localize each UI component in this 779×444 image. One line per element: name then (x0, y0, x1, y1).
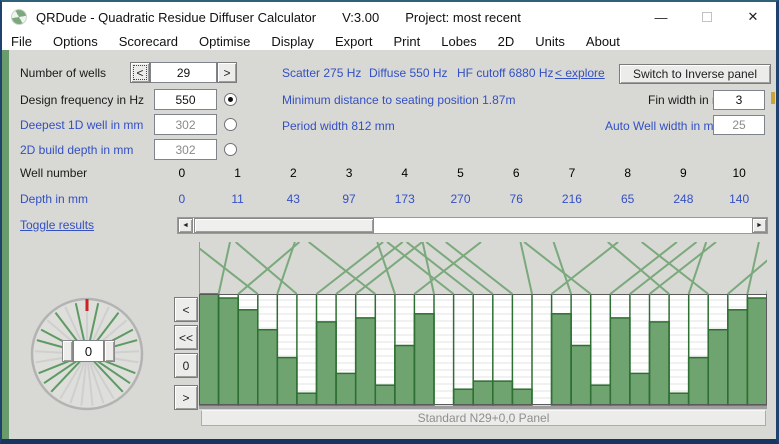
maximize-icon (702, 12, 712, 22)
well-number-cell: 1 (210, 166, 266, 181)
fin-width-marker (771, 92, 775, 104)
number-of-wells-label: Number of wells (20, 66, 106, 80)
title-bar: QRDude - Quadratic Residue Diffuser Calc… (2, 2, 776, 32)
window-title: QRDude - Quadratic Residue Diffuser Calc… (36, 10, 547, 25)
well-number-row: 0 1 2 3 4 5 6 7 8 9 10 (154, 166, 767, 181)
well-number-cell: 8 (600, 166, 656, 181)
panel-nav-back-button[interactable]: < (174, 297, 198, 322)
minimize-icon: — (655, 10, 668, 25)
app-version: V:3.00 (342, 10, 379, 25)
project-name: Project: most recent (405, 10, 521, 25)
menu-print[interactable]: Print (394, 34, 421, 49)
auto-well-width-input (713, 115, 765, 135)
spin-right-icon: > (223, 66, 230, 80)
well-number-cell: 3 (321, 166, 377, 181)
design-frequency-input[interactable] (154, 89, 217, 110)
app-window: QRDude - Quadratic Residue Diffuser Calc… (0, 0, 779, 444)
hf-cutoff-info: HF cutoff 6880 Hz (457, 66, 554, 80)
menu-2d[interactable]: 2D (498, 34, 515, 49)
menu-display[interactable]: Display (271, 34, 314, 49)
depth-cell: 11 (210, 192, 266, 207)
deepest-1d-radio[interactable] (224, 118, 237, 131)
dial-spinner: 0 (62, 340, 115, 362)
wells-spin-up-button[interactable]: > (217, 62, 237, 83)
diffuser-panel-visualization (199, 242, 767, 413)
scatter-info: Scatter 275 Hz (282, 66, 361, 80)
well-number-cell: 0 (154, 166, 210, 181)
panel-nav-forward-button[interactable]: > (174, 385, 198, 410)
menu-file[interactable]: File (11, 34, 32, 49)
depth-cell: 65 (600, 192, 656, 207)
well-number-cell: 6 (488, 166, 544, 181)
design-frequency-label: Design frequency in Hz (20, 93, 144, 107)
panel-nav-zero-button[interactable]: 0 (174, 353, 198, 378)
well-number-cell: 9 (656, 166, 712, 181)
app-icon (11, 9, 27, 25)
depth-label: Depth in mm (20, 192, 88, 206)
close-button[interactable]: ✕ (730, 2, 776, 32)
wells-scrollbar[interactable]: ◄ ► (177, 217, 768, 234)
client-area: Number of wells < > Design frequency in … (2, 50, 776, 439)
period-width-info: Period width 812 mm (282, 119, 395, 133)
scroll-right-button[interactable]: ► (752, 218, 767, 233)
left-accent-strip (2, 50, 9, 439)
toggle-results-link[interactable]: Toggle results (20, 218, 94, 232)
number-of-wells-input[interactable] (150, 62, 217, 83)
close-icon: ✕ (748, 9, 759, 25)
menu-about[interactable]: About (586, 34, 620, 49)
diffuse-info: Diffuse 550 Hz (369, 66, 448, 80)
build-depth-2d-input (154, 139, 217, 160)
depth-cell: 97 (321, 192, 377, 207)
design-frequency-radio[interactable] (224, 93, 237, 106)
menu-options[interactable]: Options (53, 34, 98, 49)
menu-units[interactable]: Units (535, 34, 565, 49)
well-number-cell: 7 (544, 166, 600, 181)
minimize-button[interactable]: — (638, 2, 684, 32)
fin-width-input[interactable] (713, 90, 765, 110)
spin-left-icon: < (136, 66, 143, 80)
panel-caption: Standard N29+0,0 Panel (201, 410, 766, 426)
depth-cell: 248 (656, 192, 712, 207)
depth-cell: 43 (265, 192, 321, 207)
well-number-cell: 10 (711, 166, 767, 181)
min-distance-info: Minimum distance to seating position 1.8… (282, 93, 515, 107)
deepest-1d-input (154, 114, 217, 135)
arrow-right-icon: ► (756, 222, 763, 229)
dial-decrement-button[interactable] (62, 340, 73, 362)
depth-cell: 0 (154, 192, 210, 207)
build-depth-2d-radio[interactable] (224, 143, 237, 156)
scrollbar-thumb[interactable] (194, 218, 374, 233)
menu-export[interactable]: Export (335, 34, 373, 49)
panel-nav-fast-back-button[interactable]: << (174, 325, 198, 350)
depth-cell: 216 (544, 192, 600, 207)
wells-spin-down-button[interactable]: < (130, 62, 150, 83)
build-depth-2d-label: 2D build depth in mm (20, 143, 133, 157)
menu-optimise[interactable]: Optimise (199, 34, 250, 49)
depth-cell: 173 (377, 192, 433, 207)
menu-scorecard[interactable]: Scorecard (119, 34, 178, 49)
app-title: QRDude - Quadratic Residue Diffuser Calc… (36, 10, 316, 25)
well-number-label: Well number (20, 166, 87, 180)
depth-cell: 270 (433, 192, 489, 207)
deepest-1d-label: Deepest 1D well in mm (20, 118, 143, 132)
depth-row: 0 11 43 97 173 270 76 216 65 248 140 (154, 192, 767, 207)
scroll-left-button[interactable]: ◄ (178, 218, 193, 233)
auto-well-width-label: Auto Well width in mm (605, 119, 723, 133)
arrow-left-icon: ◄ (182, 222, 189, 229)
depth-cell: 76 (488, 192, 544, 207)
window-controls: — ✕ (638, 2, 776, 32)
dial-value: 0 (73, 340, 104, 362)
radio-dot-icon (228, 97, 233, 102)
switch-inverse-panel-button[interactable]: Switch to Inverse panel (619, 64, 771, 84)
menu-bar: File Options Scorecard Optimise Display … (2, 32, 776, 50)
well-number-cell: 4 (377, 166, 433, 181)
well-number-cell: 2 (265, 166, 321, 181)
dial-increment-button[interactable] (104, 340, 115, 362)
menu-lobes[interactable]: Lobes (441, 34, 476, 49)
maximize-button[interactable] (684, 2, 730, 32)
explore-link[interactable]: < explore (555, 66, 605, 80)
depth-cell: 140 (711, 192, 767, 207)
well-number-cell: 5 (433, 166, 489, 181)
